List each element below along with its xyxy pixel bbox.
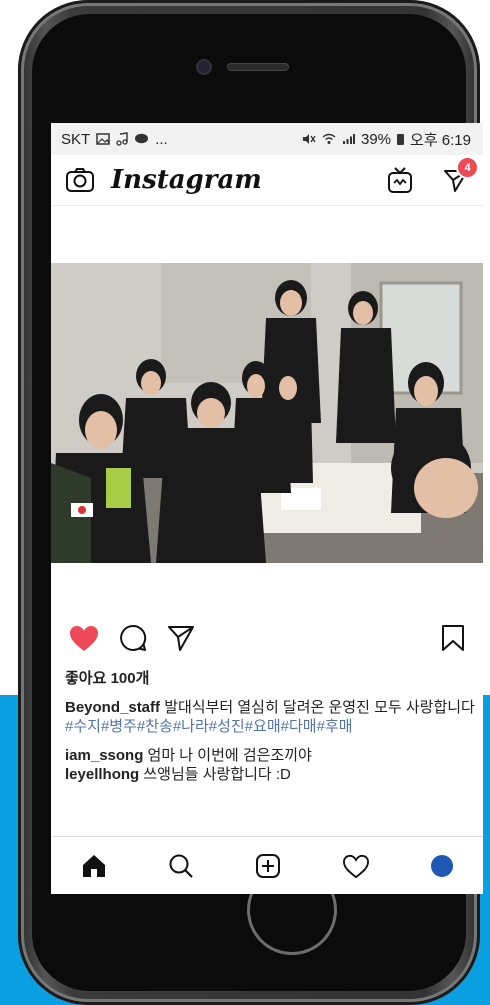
more-notifications: ... <box>155 130 168 148</box>
phone-screen: SKT ... 39% 오후 6:19 Instagram 4 좋아요 100개… <box>51 123 483 894</box>
share-icon[interactable] <box>167 624 195 652</box>
comment-icon[interactable] <box>119 624 147 652</box>
activity-heart-icon[interactable] <box>342 854 370 879</box>
battery-icon <box>397 133 405 145</box>
status-right: 39% 오후 6:19 <box>302 129 471 150</box>
add-post-icon[interactable] <box>255 853 281 879</box>
caption-hashtags[interactable]: #수지#병주#찬송#나라#성진#요매#다매#후매 <box>65 718 353 735</box>
signal-icon <box>343 134 355 144</box>
post-text-area: 좋아요 100개 Beyond_staff 발대식부터 열심히 달려온 운영진 … <box>65 667 475 784</box>
igtv-icon[interactable] <box>387 166 413 194</box>
profile-avatar[interactable] <box>430 855 453 877</box>
app-header: Instagram 4 <box>51 155 483 206</box>
chat-notification-icon <box>135 133 149 144</box>
front-camera <box>198 61 210 73</box>
instagram-logo: Instagram <box>111 165 262 195</box>
comment-item: iam_ssong 엄마 나 이번에 검은조끼야 <box>65 746 475 765</box>
post-actions-left <box>69 624 195 652</box>
carrier-label: SKT <box>61 130 91 148</box>
bookmark-icon[interactable] <box>441 624 465 652</box>
bottom-tab-bar <box>51 836 483 894</box>
search-icon[interactable] <box>168 853 194 879</box>
status-bar: SKT ... 39% 오후 6:19 <box>51 123 483 155</box>
earpiece-speaker <box>228 64 288 70</box>
dm-badge: 4 <box>456 156 479 179</box>
camera-icon[interactable] <box>65 167 95 193</box>
post-actions <box>51 618 483 658</box>
caption-username[interactable]: Beyond_staff <box>65 699 160 716</box>
clock: 오후 6:19 <box>410 131 471 149</box>
wifi-icon <box>322 133 336 144</box>
comment-text: 쓰앵님들 사랑합니다 :D <box>139 766 291 783</box>
comment-text: 엄마 나 이번에 검은조끼야 <box>143 747 312 764</box>
comment-username[interactable]: iam_ssong <box>65 747 143 764</box>
likes-count[interactable]: 좋아요 100개 <box>65 667 475 688</box>
comment-item: leyellhong 쓰앵님들 사랑합니다 :D <box>65 765 475 784</box>
status-left: SKT ... <box>61 131 168 148</box>
header-right: 4 <box>387 156 479 194</box>
home-icon[interactable] <box>81 853 107 879</box>
direct-message-button[interactable]: 4 <box>443 156 479 193</box>
caption: Beyond_staff 발대식부터 열심히 달려온 운영진 모두 사랑합니다 … <box>65 698 475 736</box>
caption-text: 발대식부터 열심히 달려온 운영진 모두 사랑합니다 <box>160 699 475 716</box>
post-photo-illustration <box>51 263 483 563</box>
comment-username[interactable]: leyellhong <box>65 766 139 783</box>
battery-percent: 39% <box>361 130 392 148</box>
mute-icon <box>303 134 316 144</box>
music-notification-icon <box>116 132 128 146</box>
comments-list: iam_ssong 엄마 나 이번에 검은조끼야 leyellhong 쓰앵님들… <box>65 746 475 784</box>
heart-filled-icon[interactable] <box>69 625 99 652</box>
post-photo[interactable] <box>51 263 483 563</box>
header-left: Instagram <box>65 165 262 195</box>
image-notification-icon <box>96 133 110 145</box>
